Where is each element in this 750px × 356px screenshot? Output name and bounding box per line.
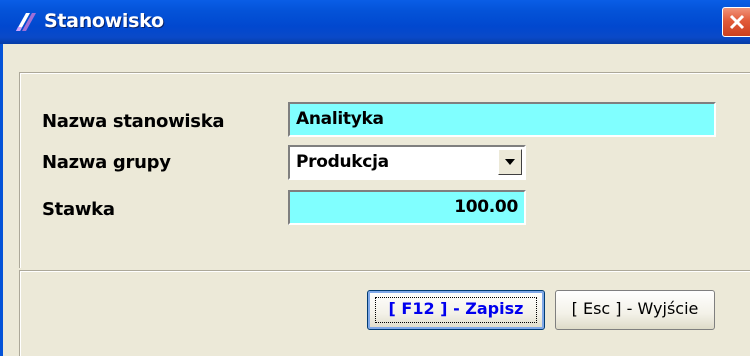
focus-rectangle [375, 297, 537, 323]
rate-input[interactable]: 100.00 [288, 190, 526, 225]
exit-button[interactable]: [ Esc ] - Wyjście [555, 290, 715, 330]
app-logo-icon [14, 11, 36, 33]
position-name-label: Nazwa stanowiska [42, 111, 225, 132]
close-button[interactable] [722, 7, 750, 37]
rate-label: Stawka [42, 199, 115, 220]
dropdown-button[interactable] [498, 149, 522, 175]
dialog-window: Stanowisko Nazwa stanowiska Analityka Na… [0, 0, 750, 356]
title-bar[interactable]: Stanowisko [0, 0, 750, 44]
window-title: Stanowisko [44, 10, 164, 32]
position-name-input[interactable]: Analityka [288, 102, 716, 137]
group-name-value: Produkcja [296, 152, 389, 172]
group-name-select[interactable]: Produkcja [288, 145, 526, 180]
save-button[interactable]: [ F12 ] - Zapisz [367, 290, 545, 330]
exit-button-label: [ Esc ] - Wyjście [571, 299, 699, 318]
group-name-label: Nazwa grupy [42, 152, 171, 173]
